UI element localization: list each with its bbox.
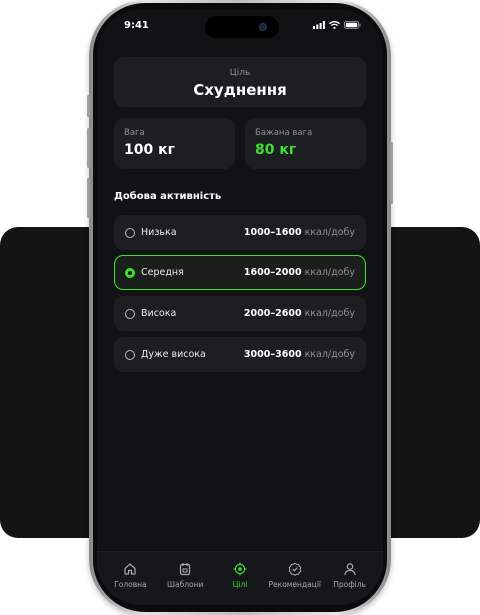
- option-label: Середня: [141, 267, 184, 278]
- target-weight-card[interactable]: Бажана вага 80 кг: [245, 118, 366, 169]
- weight-value: 100 кг: [124, 142, 175, 158]
- stage: 9:41 Ціль Схуднення Вага 100 кг Бажана в…: [0, 0, 480, 615]
- option-range: 1600–2000: [243, 267, 302, 278]
- weight-label: Вага: [124, 128, 145, 138]
- option-range: 1000–1600: [243, 227, 302, 238]
- tab-profile[interactable]: Профіль: [323, 552, 377, 605]
- tab-recommendations[interactable]: Рекомендації: [268, 552, 322, 605]
- goal-label: Ціль: [229, 68, 251, 78]
- target-weight-value: 80 кг: [255, 142, 297, 158]
- signal-icon: [313, 21, 325, 29]
- option-label: Висока: [141, 308, 177, 319]
- target-weight-label: Бажана вага: [255, 128, 313, 138]
- power-button: [390, 142, 393, 204]
- status-time: 9:41: [124, 20, 149, 31]
- radio-selected-icon[interactable]: [125, 267, 135, 278]
- radio-icon[interactable]: [125, 349, 135, 360]
- option-unit: ккал/добу: [304, 267, 355, 278]
- tab-label: Рекомендації: [268, 580, 322, 589]
- volume-down-button: [87, 178, 90, 218]
- radio-icon[interactable]: [125, 308, 135, 319]
- app-screen: 9:41 Ціль Схуднення Вага 100 кг Бажана в…: [97, 10, 383, 605]
- tab-goals[interactable]: Цілі: [213, 552, 267, 605]
- user-icon: [343, 563, 356, 576]
- dynamic-island: [205, 16, 279, 38]
- activity-option-very-high[interactable]: Дуже висока 3000–3600 ккал/добу: [114, 337, 366, 372]
- tab-label: Цілі: [232, 580, 248, 589]
- home-icon: [124, 563, 136, 575]
- option-range: 2000–2600: [243, 308, 302, 319]
- tab-label: Шаблони: [166, 580, 204, 589]
- option-unit: ккал/добу: [304, 227, 355, 238]
- volume-up-button: [87, 128, 90, 168]
- camera-icon: [259, 23, 267, 31]
- tab-label: Профіль: [333, 580, 366, 589]
- tab-templates[interactable]: Шаблони: [158, 552, 212, 605]
- battery-icon: [344, 21, 361, 29]
- status-icons: [313, 21, 361, 29]
- option-unit: ккал/добу: [304, 308, 355, 319]
- radio-icon[interactable]: [125, 227, 135, 238]
- weight-card[interactable]: Вага 100 кг: [114, 118, 235, 169]
- activity-option-medium[interactable]: Середня 1600–2000 ккал/добу: [114, 255, 366, 290]
- status-bar: 9:41: [97, 10, 383, 44]
- wifi-icon: [329, 21, 340, 29]
- option-label: Низька: [141, 227, 177, 238]
- target-icon: [233, 562, 247, 576]
- option-label: Дуже висока: [141, 349, 206, 360]
- tab-home[interactable]: Головна: [103, 552, 157, 605]
- activity-section-title: Добова активність: [114, 191, 222, 202]
- action-button: [87, 95, 90, 117]
- activity-option-high[interactable]: Висока 2000–2600 ккал/добу: [114, 296, 366, 331]
- activity-option-low[interactable]: Низька 1000–1600 ккал/добу: [114, 215, 366, 250]
- goal-value: Схуднення: [193, 81, 287, 99]
- badge-check-icon: [288, 562, 302, 576]
- option-range: 3000–3600: [243, 349, 302, 360]
- tab-label: Головна: [114, 580, 147, 589]
- calendar-icon: [180, 563, 191, 576]
- option-unit: ккал/добу: [304, 349, 355, 360]
- goal-card[interactable]: Ціль Схуднення: [114, 57, 366, 107]
- bottom-tab-bar: Головна Шаблони Цілі Рекомендації Профіл…: [97, 551, 383, 605]
